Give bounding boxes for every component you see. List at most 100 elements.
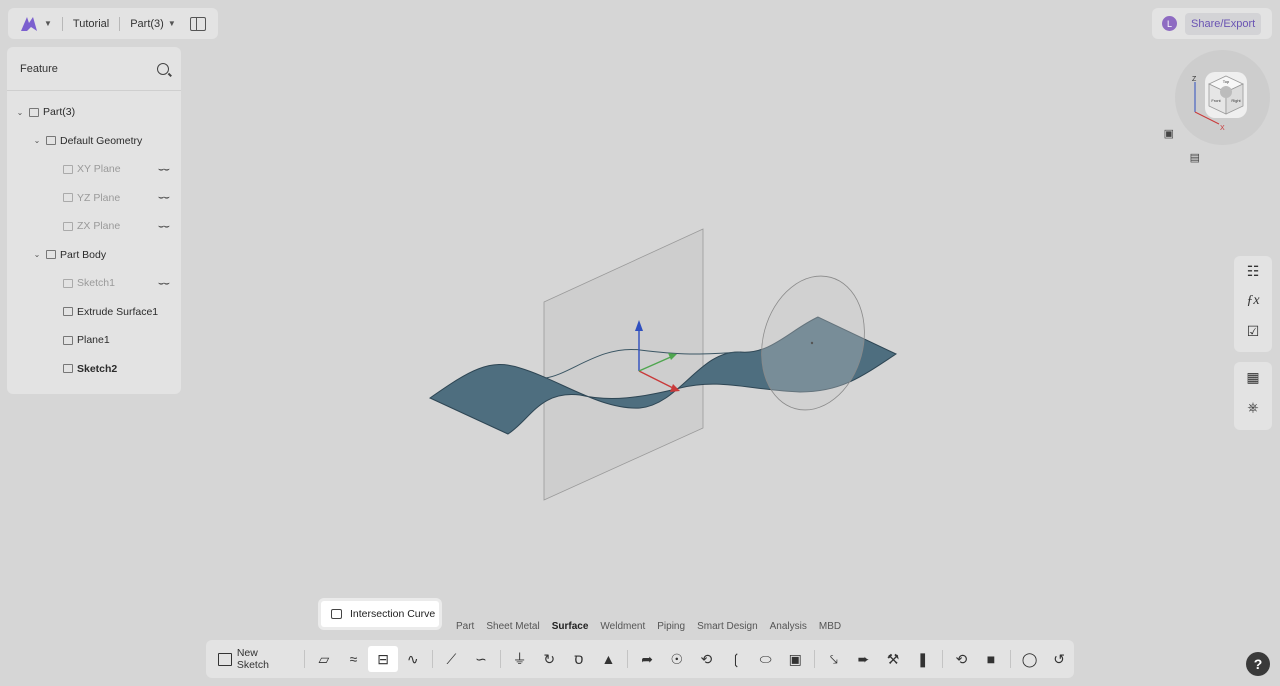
transform-icon[interactable]: ⎈ — [1244, 398, 1262, 416]
project-curve-icon[interactable]: ⟋ — [437, 646, 467, 672]
feature-icon — [63, 193, 73, 203]
bottom-toolbar: New Sketch ▱ ≈ ⊟ ∿ ⟋ ∽ ⏚ ↻ ס ▲ ➦ ☉ ⟲ ❲ ⬭… — [206, 640, 1074, 678]
spline-icon[interactable]: ∽ — [466, 646, 496, 672]
tree-item-label: Part Body — [60, 248, 107, 261]
tab-mbd[interactable]: MBD — [819, 621, 841, 632]
tree-item[interactable]: YZ Plane ⌣⌣ — [7, 184, 181, 213]
tree-item[interactable]: ⌄ Part Body — [7, 241, 181, 270]
tree-item[interactable]: Plane1 — [7, 326, 181, 355]
trim-surface-icon[interactable]: ❲ — [721, 646, 751, 672]
tree-item[interactable]: Sketch2 — [7, 355, 181, 384]
intersection-curve-tool-icon[interactable]: ⊟ — [368, 646, 398, 672]
tree-item[interactable]: ZX Plane ⌣⌣ — [7, 212, 181, 241]
help-button[interactable]: ? — [1246, 652, 1270, 676]
tree-item[interactable]: XY Plane ⌣⌣ — [7, 155, 181, 184]
tab-sheet-metal[interactable]: Sheet Metal — [486, 621, 539, 632]
panel-title: Feature — [20, 62, 58, 75]
tab-smart-design[interactable]: Smart Design — [697, 621, 758, 632]
chevron-down-icon[interactable]: ⌄ — [32, 136, 42, 145]
workbench-tabs: Part Sheet Metal Surface Weldment Piping Smar… — [456, 621, 853, 632]
part-name[interactable]: Part(3) — [130, 18, 164, 30]
chevron-down-icon[interactable]: ▼ — [168, 19, 176, 28]
offset-surface-icon[interactable]: ➦ — [632, 646, 662, 672]
delete-face-icon[interactable]: ■ — [976, 646, 1006, 672]
feature-panel: Feature ⌄ Part(3) ⌄ Default Geometry XY Plan… — [7, 47, 181, 394]
chevron-down-icon[interactable]: ⌄ — [15, 108, 25, 117]
x-axis-label: X — [1220, 125, 1225, 132]
feature-icon — [63, 221, 73, 231]
feature-icon — [63, 364, 73, 374]
hidden-eye-icon[interactable]: ⌣⌣ — [158, 164, 170, 175]
split-surface-icon[interactable]: ⤥ — [819, 646, 849, 672]
new-sketch-button[interactable]: New Sketch — [218, 647, 292, 671]
plane1-surface — [543, 228, 704, 501]
avatar[interactable]: L — [1162, 16, 1177, 31]
feature-icon — [29, 107, 39, 117]
function-icon[interactable]: ƒx — [1244, 292, 1262, 310]
tree-item-label: Plane1 — [77, 334, 110, 347]
tab-analysis[interactable]: Analysis — [770, 621, 807, 632]
chevron-down-icon[interactable]: ▼ — [44, 19, 52, 28]
tree-item-label: Extrude Surface1 — [77, 305, 159, 318]
app-logo-icon[interactable] — [18, 14, 40, 34]
loft-surface-icon[interactable]: ▲ — [594, 646, 624, 672]
chevron-down-icon[interactable]: ⌄ — [32, 250, 42, 259]
tree-item[interactable]: Sketch1 ⌣⌣ — [7, 269, 181, 298]
feature-icon — [63, 164, 73, 174]
fill-surface-icon[interactable]: ☉ — [662, 646, 692, 672]
feature-icon — [63, 307, 73, 317]
project-name[interactable]: Tutorial — [73, 18, 109, 30]
share-export-button[interactable]: Share/Export — [1185, 12, 1262, 35]
plane-tool-icon[interactable]: ▱ — [309, 646, 339, 672]
tree-item-label: ZX Plane — [77, 220, 121, 233]
extrude-surface-icon[interactable]: ⏚ — [505, 646, 535, 672]
tab-piping[interactable]: Piping — [657, 621, 685, 632]
z-axis-label: Z — [1192, 76, 1197, 83]
replace-face-icon[interactable]: ⟲ — [947, 646, 977, 672]
boundary-surface-icon[interactable]: ▣ — [780, 646, 810, 672]
feature-icon — [46, 250, 56, 260]
hidden-eye-icon[interactable]: ⌣⌣ — [158, 221, 170, 232]
cube-right-label: Right — [1231, 98, 1241, 103]
new-sketch-icon — [218, 652, 232, 666]
panel-toggle-icon[interactable] — [189, 16, 206, 31]
tree-item-label: Sketch1 — [77, 277, 115, 290]
pattern-surface-icon[interactable]: ↺ — [1044, 646, 1074, 672]
tree-item[interactable]: ⌄ Part(3) — [7, 98, 181, 127]
tab-part[interactable]: Part — [456, 621, 474, 632]
3d-viewport[interactable] — [0, 0, 1280, 686]
extend-surface-icon[interactable]: ⟲ — [692, 646, 722, 672]
search-icon[interactable] — [157, 62, 169, 75]
feature-icon — [46, 136, 56, 146]
properties-icon[interactable]: ☷ — [1244, 262, 1262, 280]
tab-surface[interactable]: Surface — [552, 621, 589, 632]
display-mode-icon[interactable]: ▤ — [1190, 151, 1200, 164]
sweep-surface-icon[interactable]: ס — [564, 646, 594, 672]
sweep-tool-icon[interactable]: ≈ — [339, 646, 369, 672]
revolve-surface-icon[interactable]: ↻ — [534, 646, 564, 672]
tree-item-label: Sketch2 — [77, 362, 118, 375]
zoom-fit-icon[interactable]: ▣ — [1164, 127, 1174, 140]
right-toolbar-top: ☷ ƒx ☑ — [1234, 256, 1272, 352]
share-bar: L Share/Export — [1152, 8, 1272, 39]
feature-icon — [63, 335, 73, 345]
feature-icon — [63, 278, 73, 288]
tab-weldment[interactable]: Weldment — [600, 621, 645, 632]
view-cube[interactable]: Top Front Right Z X — [1175, 50, 1270, 145]
stitch-icon[interactable]: ⚒ — [878, 646, 908, 672]
tree-item-label: XY Plane — [77, 163, 121, 176]
table-icon[interactable]: ▦ — [1244, 368, 1262, 386]
mirror-surface-icon[interactable]: ❚ — [908, 646, 938, 672]
hidden-eye-icon[interactable]: ⌣⌣ — [158, 278, 170, 289]
fillet-surface-icon[interactable]: ◯ — [1015, 646, 1045, 672]
curve-tool-icon[interactable]: ∿ — [398, 646, 428, 672]
hidden-eye-icon[interactable]: ⌣⌣ — [158, 192, 170, 203]
tree-item[interactable]: ⌄ Default Geometry — [7, 127, 181, 156]
checklist-icon[interactable]: ☑ — [1244, 322, 1262, 340]
cube-top-label: Top — [1223, 79, 1230, 84]
thicken-icon[interactable]: ➨ — [849, 646, 879, 672]
tree-item-label: Part(3) — [43, 106, 76, 119]
cube-icon[interactable]: Top Front Right — [1205, 72, 1247, 118]
untrim-surface-icon[interactable]: ⬭ — [751, 646, 781, 672]
tree-item[interactable]: Extrude Surface1 — [7, 298, 181, 327]
